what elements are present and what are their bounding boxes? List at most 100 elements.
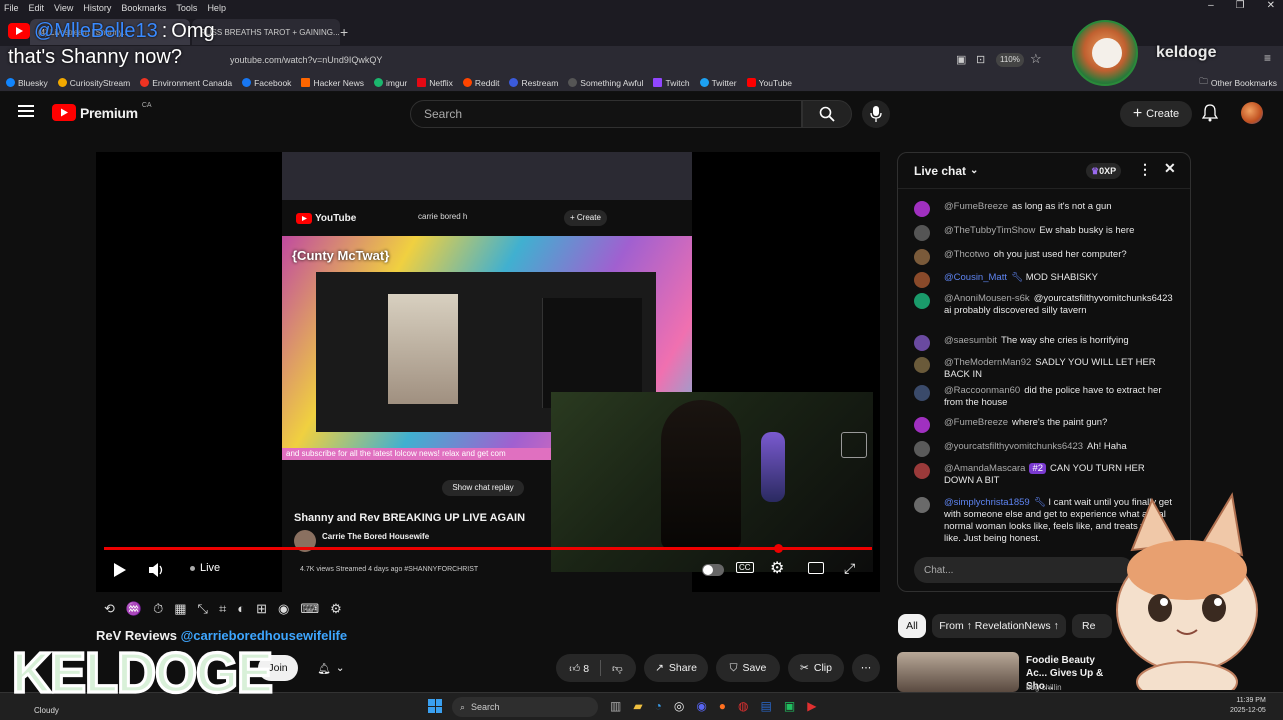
chat-author-avatar[interactable]	[914, 441, 930, 457]
recommended-thumbnail[interactable]	[897, 652, 1019, 692]
autoplay-toggle[interactable]	[700, 562, 726, 578]
volume-button[interactable]	[146, 560, 168, 580]
fullscreen-icon[interactable]: ⤢	[844, 560, 855, 577]
chat-author-name[interactable]: @TheTubbyTimShow	[944, 225, 1035, 236]
close-window-icon[interactable]: ✕	[1267, 0, 1275, 11]
bookmark-restream[interactable]: Restream	[509, 78, 558, 88]
menu-history[interactable]: History	[83, 3, 111, 13]
discord-icon[interactable]: ◉	[696, 699, 706, 713]
filter-icon[interactable]: ◐	[237, 601, 245, 617]
bookmark-facebook[interactable]: Facebook	[242, 78, 291, 88]
resize-icon[interactable]: ⤡	[198, 601, 208, 617]
obs-icon[interactable]: ◍	[738, 699, 748, 713]
dislike-button[interactable]: 👎︎	[612, 662, 623, 675]
keyboard-icon[interactable]: ⌨	[300, 601, 319, 617]
menu-bookmarks[interactable]: Bookmarks	[121, 3, 166, 13]
speed-icon[interactable]: ⏱	[153, 601, 163, 617]
bookmark-imgur[interactable]: imgur	[373, 78, 407, 88]
captions-button[interactable]: CC	[736, 562, 754, 573]
weather-widget[interactable]: Cloudy	[34, 706, 59, 715]
chat-author-name[interactable]: @AnoniMousen-s6k	[944, 293, 1030, 304]
bookmark-reddit[interactable]: Reddit	[462, 78, 499, 88]
minimize-icon[interactable]: –	[1208, 0, 1214, 11]
notifications-bell-icon[interactable]	[1202, 104, 1218, 122]
bookmark-star-icon[interactable]: ☆	[1030, 51, 1042, 67]
chat-author-avatar[interactable]	[914, 417, 930, 433]
more-options-icon[interactable]: ⋮	[1138, 161, 1152, 178]
bookmark-something-awful[interactable]: Something Awful	[568, 78, 643, 88]
reader-view-icon[interactable]: ▣	[956, 53, 966, 66]
search-input[interactable]: Search	[410, 100, 802, 128]
bookmark-twitter[interactable]: Twitter	[699, 78, 737, 88]
bookmark-twitch[interactable]: Twitch	[653, 78, 690, 88]
chat-author-name[interactable]: @AmandaMascara	[944, 463, 1025, 474]
chat-author-avatar[interactable]	[914, 201, 930, 217]
system-clock[interactable]: 11:39 PM 2025-12-05	[1230, 696, 1266, 716]
youtube-app-icon[interactable]: ▶	[807, 699, 816, 713]
video-progress-bar[interactable]	[104, 544, 872, 553]
menu-help[interactable]: Help	[207, 3, 226, 13]
file-explorer-icon[interactable]: ▰	[633, 699, 642, 713]
chat-author-name[interactable]: @FumeBreeze	[944, 201, 1008, 212]
chat-author-name[interactable]: @Cousin_Matt	[944, 272, 1007, 283]
chat-author-name[interactable]: @TheModernMan92	[944, 357, 1031, 368]
progress-scrubber[interactable]	[774, 544, 783, 553]
audio-icon[interactable]: ♒	[126, 601, 142, 617]
chat-author-name[interactable]: @Thcotwo	[944, 249, 990, 260]
video-player[interactable]: YouTube carrie bored h + Create {Cunty M…	[96, 152, 880, 592]
maximize-icon[interactable]: ❐	[1236, 0, 1245, 11]
chat-author-name[interactable]: @saesumbit	[944, 335, 997, 346]
play-button[interactable]	[110, 560, 130, 580]
word-icon[interactable]: ▤	[761, 699, 772, 713]
search-button[interactable]	[802, 100, 852, 128]
chat-author-name[interactable]: @FumeBreeze	[944, 417, 1008, 428]
youtube-premium-logo[interactable]: Premium CA	[52, 102, 152, 121]
loop-icon[interactable]: ⟲	[104, 601, 115, 617]
film-icon[interactable]: ▦	[174, 601, 186, 617]
app-icon[interactable]: ▣	[784, 699, 795, 713]
bookmark-netflix[interactable]: Netflix	[417, 78, 453, 88]
filter-chip-all[interactable]: All	[898, 614, 926, 638]
task-view-icon[interactable]: ▥	[610, 699, 621, 713]
add-icon[interactable]: ⊞	[256, 601, 267, 617]
clip-button[interactable]: ✂ Clip	[788, 654, 844, 682]
create-button[interactable]: + Create	[1120, 101, 1192, 127]
menu-edit[interactable]: Edit	[29, 3, 45, 13]
hamburger-menu-icon[interactable]	[18, 104, 34, 118]
chat-points-badge[interactable]: ♛0XP	[1086, 163, 1122, 179]
app-menu-icon[interactable]: ≡	[1264, 51, 1271, 65]
chat-author-avatar[interactable]	[914, 385, 930, 401]
live-indicator[interactable]: Live	[190, 562, 220, 574]
chat-author-avatar[interactable]	[914, 225, 930, 241]
settings-gear-icon[interactable]: ⚙	[770, 558, 784, 578]
other-bookmarks[interactable]: 🗀 Other Bookmarks	[1199, 76, 1277, 90]
taskbar-search[interactable]: ⌕ Search	[452, 697, 598, 717]
chat-author-name[interactable]: @simplychrista1859	[944, 497, 1030, 508]
zoom-badge[interactable]: 110%	[996, 53, 1024, 67]
camera-icon[interactable]: ◉	[278, 601, 289, 617]
menu-view[interactable]: View	[54, 3, 73, 13]
windows-start-icon[interactable]	[428, 699, 442, 713]
save-button[interactable]: ⛉ Save	[716, 654, 780, 682]
chat-author-avatar[interactable]	[914, 249, 930, 265]
menu-tools[interactable]: Tools	[176, 3, 197, 13]
chat-author-avatar[interactable]	[914, 335, 930, 351]
bookmark-youtube[interactable]: YouTube	[746, 78, 792, 88]
crop-icon[interactable]: ⌗	[219, 601, 226, 617]
voice-search-button[interactable]	[862, 100, 890, 128]
user-avatar[interactable]	[1241, 102, 1263, 124]
chat-author-avatar[interactable]	[914, 497, 930, 513]
menu-file[interactable]: File	[4, 3, 19, 13]
edge-icon[interactable]: ◔	[655, 699, 662, 713]
miniplayer-icon[interactable]	[808, 562, 824, 574]
bookmark-curiositystream[interactable]: CuriosityStream	[57, 78, 130, 88]
more-actions-button[interactable]: ⋯	[852, 654, 880, 682]
gear-icon[interactable]: ⚙	[330, 601, 342, 617]
url-input[interactable]: youtube.com/watch?v=nUnd9IQwkQY	[150, 50, 950, 70]
chat-author-name[interactable]: @Raccoonman60	[944, 385, 1020, 396]
steam-icon[interactable]: ◎	[674, 699, 684, 713]
bookmark-hacker-news[interactable]: Hacker News	[301, 78, 364, 88]
firefox-icon[interactable]: ●	[719, 699, 726, 713]
chat-author-name[interactable]: @yourcatsfilthyvomitchunks6423	[944, 441, 1083, 452]
notification-settings-button[interactable]: 🔔︎ ⌄	[306, 655, 356, 681]
